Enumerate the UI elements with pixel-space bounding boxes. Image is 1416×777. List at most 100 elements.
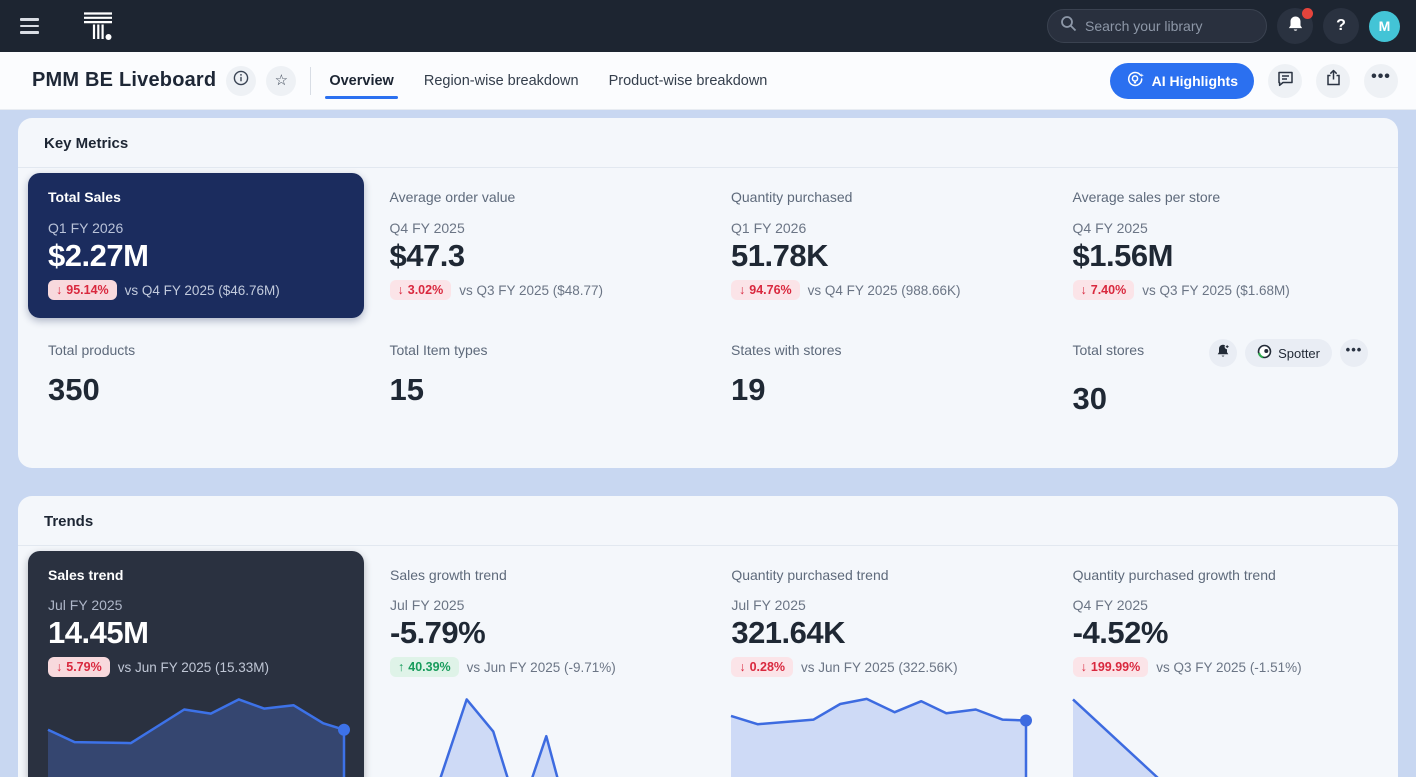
- ellipsis-icon: •••: [1371, 77, 1391, 84]
- kpi-period: Q1 FY 2026: [731, 220, 1027, 236]
- search-input[interactable]: [1085, 18, 1254, 34]
- bell-plus-icon: [1215, 343, 1231, 364]
- kpi-tile-average-order-value[interactable]: Average order value Q4 FY 2025 $47.3 ↓3.…: [370, 173, 706, 318]
- trends-section: Trends Sales trend Jul FY 2025 14.45M ↓5…: [18, 496, 1398, 777]
- liveboard-tabs: Overview Region-wise breakdown Product-w…: [329, 52, 767, 109]
- delta-badge: ↓5.79%: [48, 657, 110, 677]
- down-arrow-icon: ↓: [739, 660, 745, 674]
- bell-icon: [1287, 15, 1304, 38]
- tab-product-wise-breakdown[interactable]: Product-wise breakdown: [609, 52, 768, 109]
- quantity-purchased-growth-sparkline-chart: [1073, 692, 1368, 777]
- down-arrow-icon: ↓: [56, 660, 62, 674]
- kpi-tile-average-sales-per-store[interactable]: Average sales per store Q4 FY 2025 $1.56…: [1053, 173, 1389, 318]
- trend-value: -4.52%: [1073, 615, 1368, 651]
- library-search[interactable]: [1047, 9, 1267, 43]
- kpi-period: Q1 FY 2026: [48, 220, 344, 236]
- kpi-title: Total products: [48, 342, 344, 358]
- ai-sparkle-bulb-icon: [1126, 70, 1144, 91]
- info-button[interactable]: [226, 66, 256, 96]
- more-options-button[interactable]: •••: [1364, 64, 1398, 98]
- spotter-logo-icon: [1257, 344, 1272, 362]
- trend-title: Sales growth trend: [390, 567, 685, 583]
- delta-badge: ↓199.99%: [1073, 657, 1149, 677]
- quantity-purchased-sparkline-chart: [731, 692, 1026, 777]
- question-mark-icon: ?: [1336, 17, 1346, 35]
- kpi-title: Average order value: [390, 189, 686, 205]
- section-title: Key Metrics: [44, 135, 128, 152]
- kpi-tile-grid: Total Sales Q1 FY 2026 $2.27M ↓95.14% vs…: [18, 168, 1398, 328]
- help-button[interactable]: ?: [1323, 8, 1359, 44]
- kpi-period: Q4 FY 2025: [390, 220, 686, 236]
- spotter-label: Spotter: [1278, 346, 1320, 361]
- trend-tile-quantity-purchased-growth-trend[interactable]: Quantity purchased growth trend Q4 FY 20…: [1053, 551, 1388, 777]
- down-arrow-icon: ↓: [739, 283, 745, 297]
- kpi-tile-total-stores[interactable]: Total stores: [1053, 328, 1389, 458]
- kpi-title: Average sales per store: [1073, 189, 1369, 205]
- comments-button[interactable]: [1268, 64, 1302, 98]
- tab-region-wise-breakdown[interactable]: Region-wise breakdown: [424, 52, 579, 109]
- trend-period: Jul FY 2025: [390, 597, 685, 613]
- up-arrow-icon: ↑: [398, 660, 404, 674]
- trend-tile-sales-trend[interactable]: Sales trend Jul FY 2025 14.45M ↓5.79% vs…: [28, 551, 364, 777]
- delta-badge: ↓7.40%: [1073, 280, 1135, 300]
- ellipsis-icon: •••: [1346, 350, 1363, 357]
- kpi-title: Total stores: [1073, 342, 1145, 358]
- section-title: Trends: [44, 513, 93, 530]
- tab-overview[interactable]: Overview: [329, 52, 394, 109]
- sales-growth-sparkline-chart: [390, 692, 685, 777]
- favorite-button[interactable]: ☆: [266, 66, 296, 96]
- ai-highlights-button[interactable]: AI Highlights: [1110, 63, 1254, 99]
- kpi-tile-total-products[interactable]: Total products 350: [28, 328, 364, 458]
- kpi-value: 15: [390, 372, 686, 408]
- liveboard-header: PMM BE Liveboard ☆ Overview Region-wise …: [0, 52, 1416, 110]
- kpi-title: Quantity purchased: [731, 189, 1027, 205]
- trend-tile-grid: Sales trend Jul FY 2025 14.45M ↓5.79% vs…: [18, 546, 1398, 777]
- share-button[interactable]: [1316, 64, 1350, 98]
- compare-text: vs Q3 FY 2025 ($48.77): [459, 283, 603, 298]
- compare-text: vs Q3 FY 2025 (-1.51%): [1156, 660, 1301, 675]
- trend-tile-sales-growth-trend[interactable]: Sales growth trend Jul FY 2025 -5.79% ↑4…: [370, 551, 705, 777]
- page-title: PMM BE Liveboard: [32, 69, 216, 92]
- comment-icon: [1277, 70, 1294, 92]
- info-icon: [233, 70, 249, 91]
- notifications-button[interactable]: [1277, 8, 1313, 44]
- trend-period: Jul FY 2025: [731, 597, 1026, 613]
- sales-trend-sparkline-chart: [48, 692, 344, 777]
- trend-period: Q4 FY 2025: [1073, 597, 1368, 613]
- trend-value: -5.79%: [390, 615, 685, 651]
- delta-badge: ↓0.28%: [731, 657, 793, 677]
- trend-title: Sales trend: [48, 567, 344, 583]
- simple-kpi-grid: Total products 350 Total Item types 15 S…: [18, 328, 1398, 468]
- tile-more-button[interactable]: •••: [1340, 339, 1368, 367]
- kpi-title: Total Item types: [390, 342, 686, 358]
- down-arrow-icon: ↓: [56, 283, 62, 297]
- spotter-button[interactable]: Spotter: [1245, 339, 1332, 367]
- compare-text: vs Q4 FY 2025 (988.66K): [808, 283, 961, 298]
- kpi-value: $2.27M: [48, 238, 344, 274]
- delta-badge: ↓3.02%: [390, 280, 452, 300]
- notification-badge-dot: [1302, 8, 1313, 19]
- compare-text: vs Q4 FY 2025 ($46.76M): [125, 283, 280, 298]
- delta-badge: ↓95.14%: [48, 280, 117, 300]
- compare-text: vs Q3 FY 2025 ($1.68M): [1142, 283, 1290, 298]
- trend-tile-quantity-purchased-trend[interactable]: Quantity purchased trend Jul FY 2025 321…: [711, 551, 1046, 777]
- thoughtspot-logo-icon[interactable]: [82, 11, 114, 41]
- trends-header: Trends: [18, 496, 1398, 546]
- trend-period: Jul FY 2025: [48, 597, 344, 613]
- hamburger-menu-icon[interactable]: [20, 8, 56, 44]
- header-divider: [310, 67, 311, 95]
- kpi-tile-states-with-stores[interactable]: States with stores 19: [711, 328, 1047, 458]
- kpi-tile-quantity-purchased[interactable]: Quantity purchased Q1 FY 2026 51.78K ↓94…: [711, 173, 1047, 318]
- down-arrow-icon: ↓: [398, 283, 404, 297]
- kpi-title: Total Sales: [48, 189, 344, 205]
- kpi-value: 30: [1073, 381, 1369, 417]
- delta-badge: ↓94.76%: [731, 280, 800, 300]
- kpi-tile-total-item-types[interactable]: Total Item types 15: [370, 328, 706, 458]
- star-icon: ☆: [275, 73, 288, 88]
- user-avatar[interactable]: M: [1369, 11, 1400, 42]
- kpi-value: $1.56M: [1073, 238, 1369, 274]
- trend-value: 321.64K: [731, 615, 1026, 651]
- create-alert-button[interactable]: [1209, 339, 1237, 367]
- kpi-value: 350: [48, 372, 344, 408]
- kpi-tile-total-sales[interactable]: Total Sales Q1 FY 2026 $2.27M ↓95.14% vs…: [28, 173, 364, 318]
